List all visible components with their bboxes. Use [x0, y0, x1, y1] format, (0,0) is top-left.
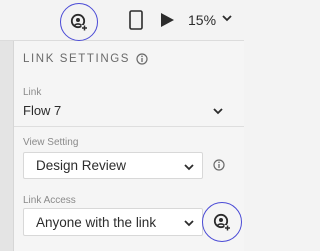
- link-value[interactable]: Flow 7: [23, 103, 61, 118]
- chevron-down-icon: [184, 220, 194, 227]
- zoom-dropdown[interactable]: 15%: [188, 9, 238, 31]
- link-access-label: Link Access: [23, 195, 76, 206]
- chevron-down-icon[interactable]: [212, 105, 224, 117]
- left-strip: [0, 41, 14, 251]
- panel-header: LINK SETTINGS: [23, 53, 148, 65]
- highlight-circle: [202, 202, 242, 242]
- panel-title: LINK SETTINGS: [23, 53, 131, 65]
- chevron-down-icon: [184, 164, 194, 171]
- highlight-circle: [60, 3, 98, 41]
- info-icon[interactable]: [136, 53, 148, 65]
- share-add-user-button[interactable]: [60, 3, 98, 41]
- view-setting-value: Design Review: [36, 158, 127, 173]
- link-label: Link: [23, 87, 42, 98]
- play-button[interactable]: [158, 11, 176, 29]
- link-access-select[interactable]: Anyone with the link: [23, 208, 203, 236]
- link-access-value: Anyone with the link: [36, 214, 157, 230]
- invite-user-button[interactable]: [202, 202, 242, 242]
- info-icon[interactable]: [213, 159, 225, 171]
- chevron-down-icon: [222, 15, 232, 22]
- device-preview-button[interactable]: [128, 9, 144, 31]
- zoom-value: 15%: [188, 12, 217, 28]
- divider: [14, 126, 244, 127]
- view-setting-label: View Setting: [23, 137, 79, 148]
- play-icon: [161, 13, 174, 27]
- phone-icon: [129, 10, 143, 30]
- view-setting-select[interactable]: Design Review: [23, 152, 203, 179]
